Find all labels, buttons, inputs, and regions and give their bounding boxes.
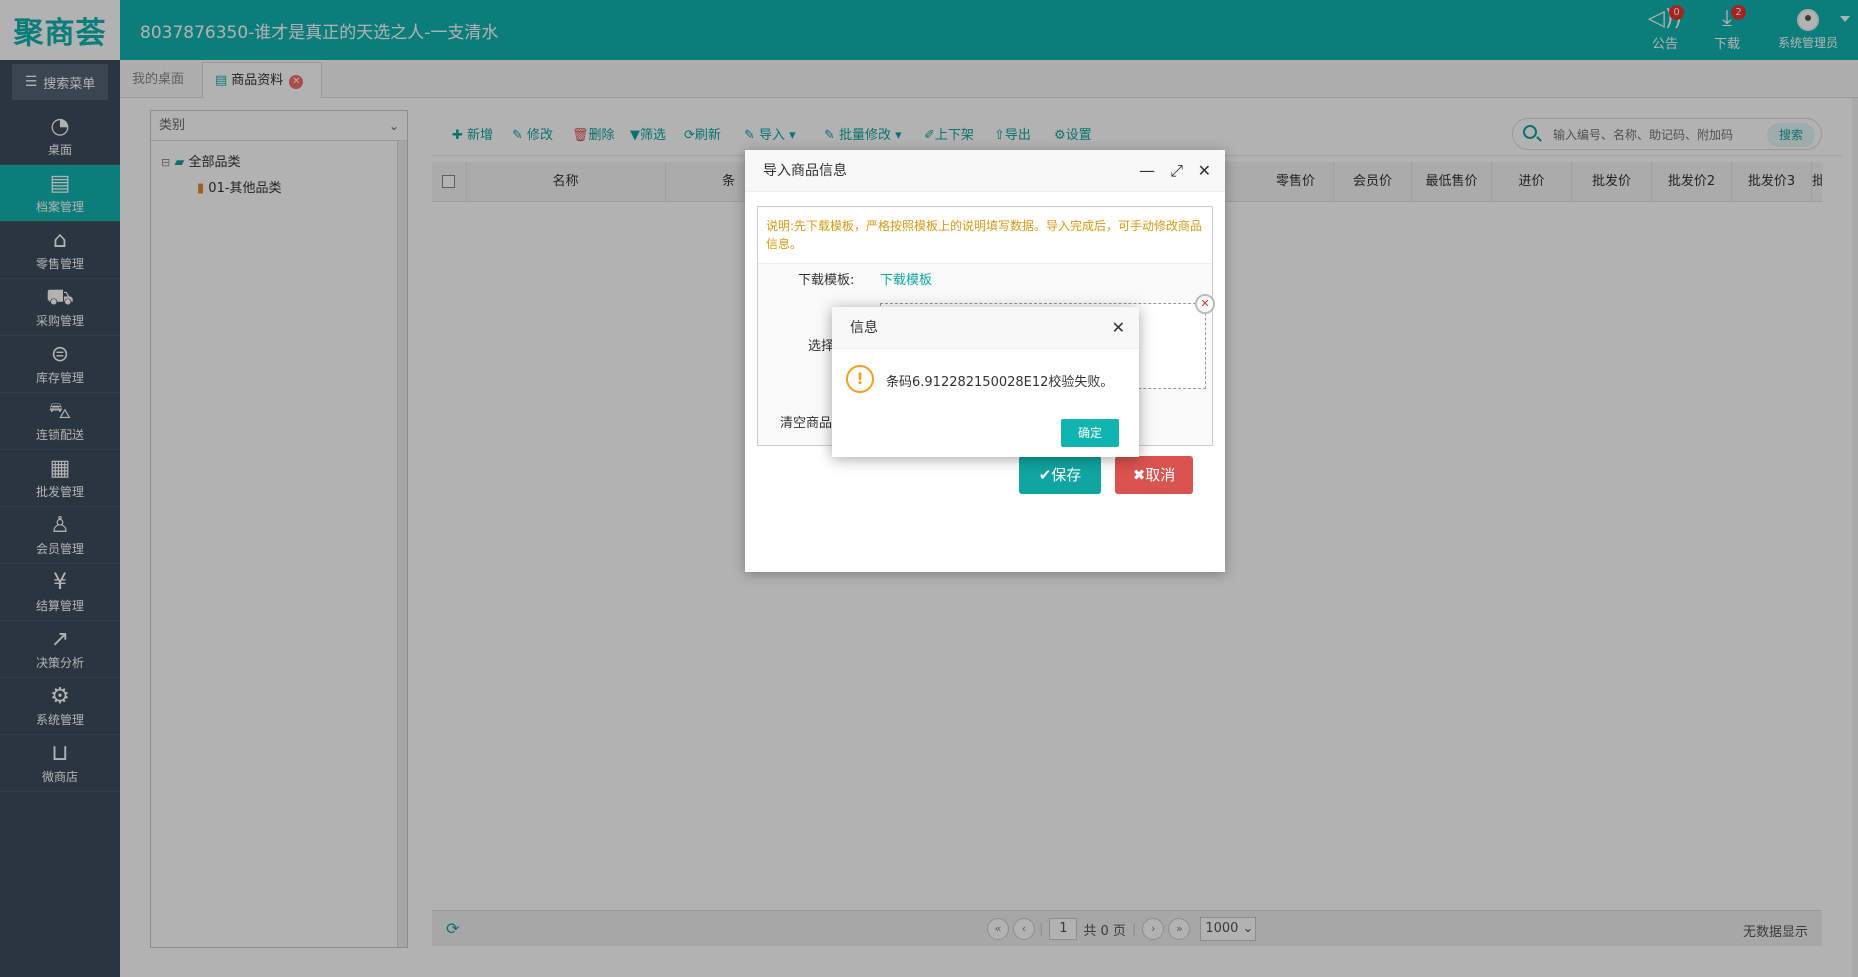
maximize-icon[interactable]: ⤢ (1170, 150, 1183, 192)
select-file-label: 选择 (808, 339, 835, 354)
info-dialog-title: 信息 ✕ (832, 307, 1139, 349)
warning-icon: ! (846, 365, 874, 393)
remove-file-icon[interactable]: ✕ (1195, 294, 1215, 314)
confirm-button[interactable]: 确定 (1061, 419, 1119, 447)
close-icon[interactable]: ✕ (1198, 150, 1211, 192)
import-dialog-title: 导入商品信息 — ⤢ ✕ (745, 150, 1225, 192)
download-template-link[interactable]: 下载模板 (880, 269, 932, 288)
import-note: 说明:先下载模板，严格按照模板上的说明填写数据。导入完成后，可手动修改商品信息。 (758, 207, 1212, 264)
clear-products-label: 清空商品 (780, 416, 833, 431)
template-label: 下载模板: (798, 273, 855, 288)
minimize-icon[interactable]: — (1139, 150, 1155, 192)
cancel-button[interactable]: ✖取消 (1115, 456, 1193, 494)
info-dialog: 信息 ✕ ! 条码6.912282150028E12校验失败。 确定 (832, 307, 1139, 457)
info-message: 条码6.912282150028E12校验失败。 (886, 375, 1114, 390)
save-button[interactable]: ✔保存 (1019, 456, 1101, 494)
close-icon[interactable]: ✕ (1112, 307, 1125, 349)
